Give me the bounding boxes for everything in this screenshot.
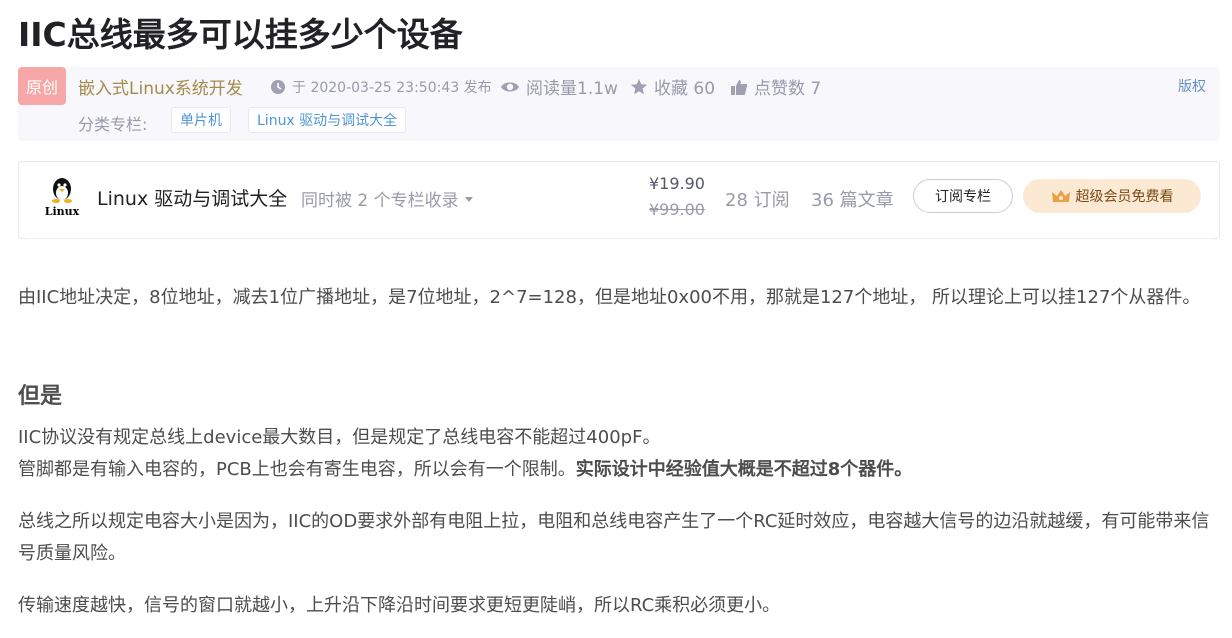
vip-free-read-button[interactable]: 超级会员免费看 (1023, 179, 1201, 213)
author-link[interactable]: 嵌入式Linux系统开发 (78, 74, 243, 99)
column-name[interactable]: Linux 驱动与调试大全 (97, 184, 287, 211)
column-also-in-text: 同时被 2 个专栏收录 (301, 191, 459, 211)
original-badge: 原创 (18, 67, 66, 105)
paragraph-2-line-1: IIC协议没有规定总线上device最大数目，但是规定了总线电容不能超过400p… (18, 427, 661, 448)
crown-icon (1051, 190, 1070, 202)
column-also-in-dropdown[interactable]: 同时被 2 个专栏收录 (301, 186, 475, 211)
publish-time: 于 2020-03-25 23:50:43 发布 (270, 77, 492, 97)
like-count[interactable]: 点赞数 7 (730, 74, 821, 99)
thumbs-up-icon (731, 79, 748, 95)
linux-penguin-logo: Linux (45, 178, 80, 218)
caret-down-icon (464, 196, 473, 202)
section-heading: 但是 (18, 384, 63, 409)
star-icon (631, 78, 647, 94)
card-divider (27, 238, 1211, 239)
vip-button-label: 超级会员免费看 (1075, 189, 1174, 205)
favorite-count-text: 收藏 60 (654, 79, 716, 99)
article-title: IIC总线最多可以挂多少个设备 (18, 15, 463, 54)
svg-text:Linux: Linux (45, 205, 80, 218)
column-card: Linux Linux 驱动与调试大全 同时被 2 个专栏收录 ¥19.90 ¥… (18, 161, 1220, 239)
favorite-count[interactable]: 收藏 60 (630, 74, 715, 99)
like-count-text: 点赞数 7 (754, 79, 822, 99)
paragraph-2-bold: 实际设计中经验值大概是不超过8个器件。 (575, 459, 913, 480)
paragraph-2: IIC协议没有规定总线上device最大数目，但是规定了总线电容不能超过400p… (18, 422, 1214, 486)
column-original-price: ¥99.00 (649, 200, 705, 219)
paragraph-3: 总线之所以规定电容大小是因为，IIC的OD要求外部有电阻上拉，电阻和总线电容产生… (18, 511, 1210, 564)
read-count: 阅读量1.1w (500, 74, 618, 99)
copyright-link[interactable]: 版权 (1178, 76, 1206, 96)
read-count-text: 阅读量1.1w (526, 79, 618, 99)
tag-linux-driver[interactable]: Linux 驱动与调试大全 (248, 107, 407, 133)
column-article-count: 36 篇文章 (811, 190, 894, 211)
publish-time-text: 于 2020-03-25 23:50:43 发布 (292, 80, 492, 96)
category-label: 分类专栏: (78, 115, 148, 134)
eye-icon (501, 82, 519, 91)
subscribe-column-button[interactable]: 订阅专栏 (913, 179, 1013, 213)
paragraph-4: 传输速度越快，信号的窗口就越小，上升沿下降沿时间要求更短更陡峭，所以RC乘积必须… (18, 595, 781, 616)
paragraph-1: 由IIC地址决定，8位地址，减去1位广播地址，是7位地址，2^7=128，但是地… (18, 287, 1201, 308)
paragraph-2-line-2: 管脚都是有输入电容的，PCB上也会有寄生电容，所以会有一个限制。 (18, 459, 576, 480)
column-price: ¥19.90 (649, 174, 705, 193)
clock-icon (271, 80, 285, 94)
column-subscribers: 28 订阅 (725, 190, 790, 211)
article-meta-panel: 原创 嵌入式Linux系统开发 于 2020-03-25 23:50:43 发布… (18, 67, 1220, 141)
tag-mcu[interactable]: 单片机 (171, 107, 231, 133)
